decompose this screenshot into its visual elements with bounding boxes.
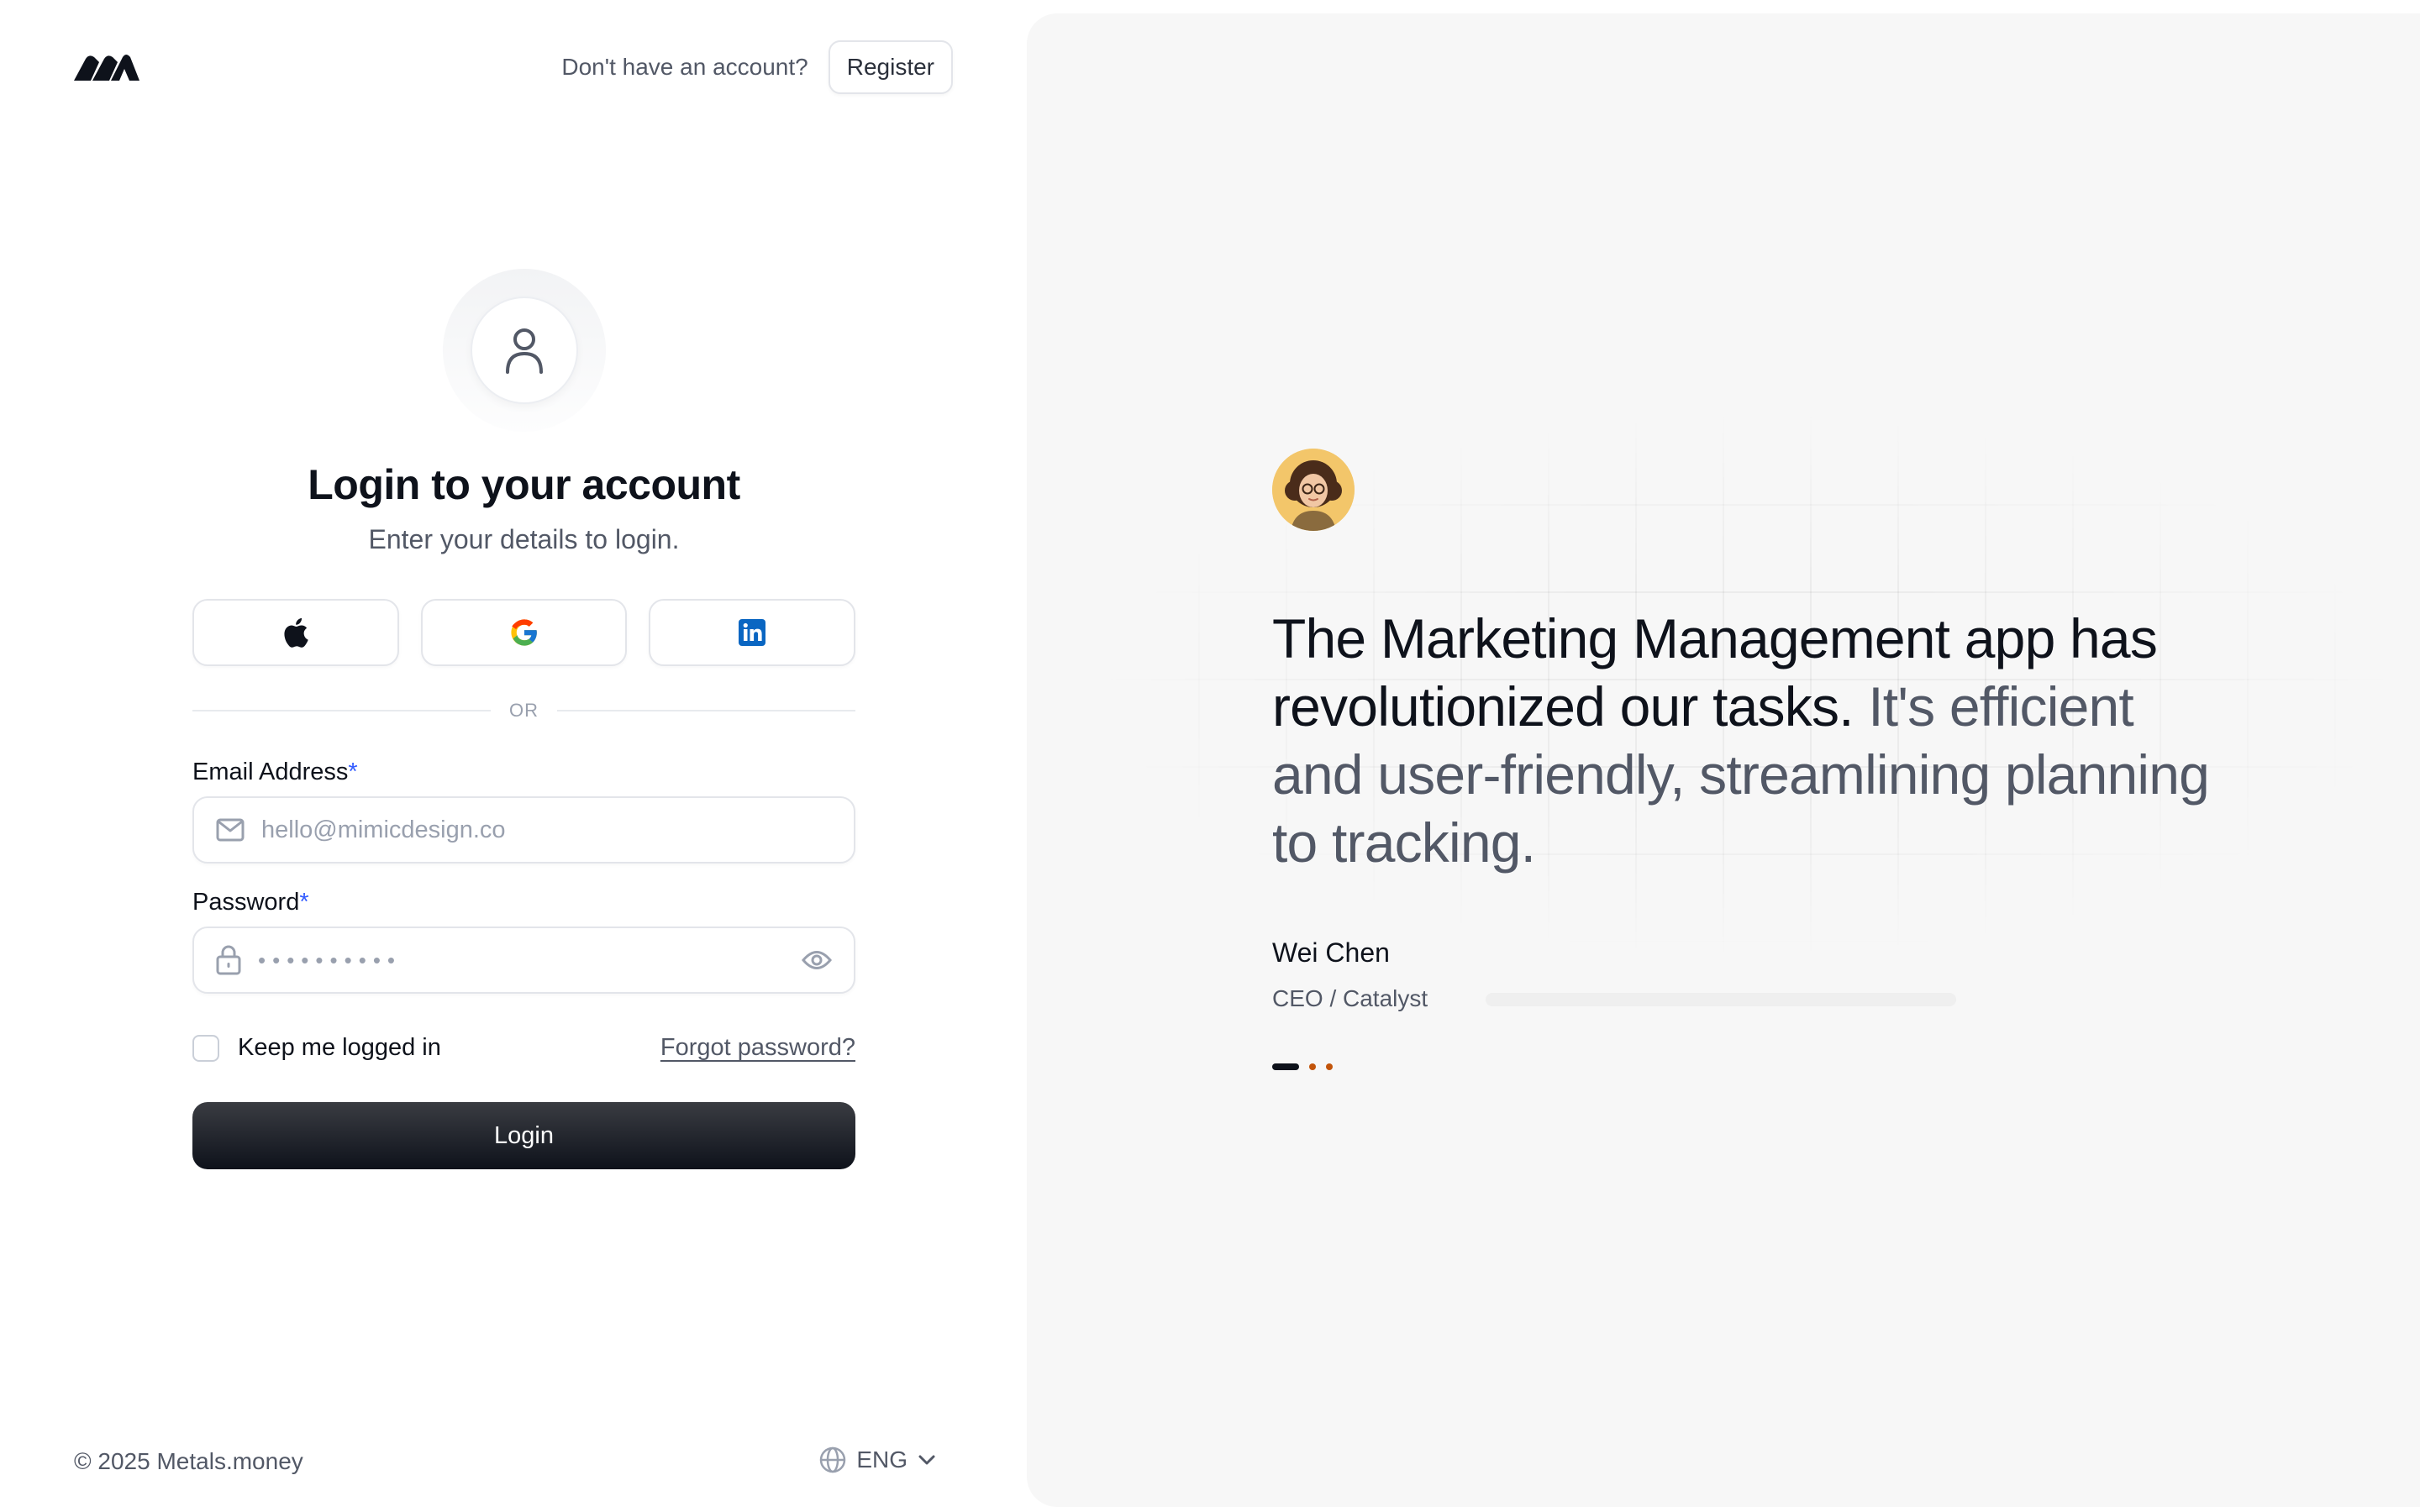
testimonial-quote: The Marketing Management app has revolut…: [1272, 605, 2213, 877]
google-login-button[interactable]: [420, 599, 628, 666]
mail-icon: [216, 818, 245, 842]
carousel-pager: [1272, 1063, 1333, 1070]
login-options-row: Keep me logged in Forgot password?: [192, 1034, 855, 1062]
login-button[interactable]: Login: [192, 1102, 855, 1169]
testimonial-avatar: [1272, 449, 1355, 531]
testimonial-author: Wei Chen: [1272, 937, 1390, 968]
user-icon: [505, 328, 543, 374]
required-marker: *: [348, 759, 358, 785]
globe-icon: [820, 1446, 846, 1473]
brand-logo[interactable]: [74, 52, 139, 82]
keep-logged-in-label: Keep me logged in: [238, 1034, 441, 1061]
language-selector[interactable]: ENG: [819, 1446, 936, 1473]
password-label: Password*: [192, 889, 309, 916]
login-pane: Don't have an account? Register Login to…: [0, 0, 1027, 1512]
email-input[interactable]: [261, 816, 832, 844]
page-title: Login to your account: [308, 461, 740, 508]
chevron-down-icon: [918, 1455, 935, 1465]
social-login-group: [192, 599, 856, 666]
testimonial: The Marketing Management app has revolut…: [1272, 449, 2213, 1012]
person-avatar-icon: [1272, 449, 1355, 531]
password-field-wrapper: ••••••••••: [192, 927, 855, 994]
keep-logged-in[interactable]: Keep me logged in: [192, 1034, 441, 1062]
language-label: ENG: [856, 1446, 908, 1473]
user-avatar-ring: [442, 269, 606, 432]
testimonial-role: CEO / Catalyst: [1272, 985, 1428, 1011]
email-field-wrapper: [192, 796, 855, 864]
user-avatar: [470, 297, 578, 404]
pager-dot[interactable]: [1309, 1063, 1316, 1070]
eye-icon[interactable]: [802, 949, 832, 971]
google-icon: [510, 619, 537, 646]
top-nav: Don't have an account? Register: [561, 40, 953, 94]
or-divider: OR: [192, 700, 855, 722]
no-account-text: Don't have an account?: [561, 54, 808, 80]
copyright-text: © 2025 Metals.money: [74, 1448, 303, 1474]
login-form: Login to your account Enter your details…: [192, 269, 856, 1169]
linkedin-login-button[interactable]: [649, 599, 856, 666]
pager-dot-active[interactable]: [1272, 1063, 1299, 1070]
page-subtitle: Enter your details to login.: [368, 524, 680, 554]
apple-login-button[interactable]: [192, 599, 399, 666]
divider-text: OR: [509, 700, 539, 721]
register-button[interactable]: Register: [828, 40, 953, 94]
required-marker: *: [299, 889, 309, 916]
linkedin-icon: [739, 619, 766, 646]
apple-icon: [284, 617, 308, 648]
pager-dot[interactable]: [1326, 1063, 1333, 1070]
lock-icon: [216, 945, 241, 975]
password-input[interactable]: ••••••••••: [258, 948, 785, 974]
testimonial-panel: The Marketing Management app has revolut…: [1027, 13, 2420, 1507]
forgot-password-link[interactable]: Forgot password?: [660, 1034, 855, 1062]
email-label: Email Address*: [192, 759, 358, 785]
keep-logged-in-checkbox[interactable]: [192, 1034, 219, 1062]
